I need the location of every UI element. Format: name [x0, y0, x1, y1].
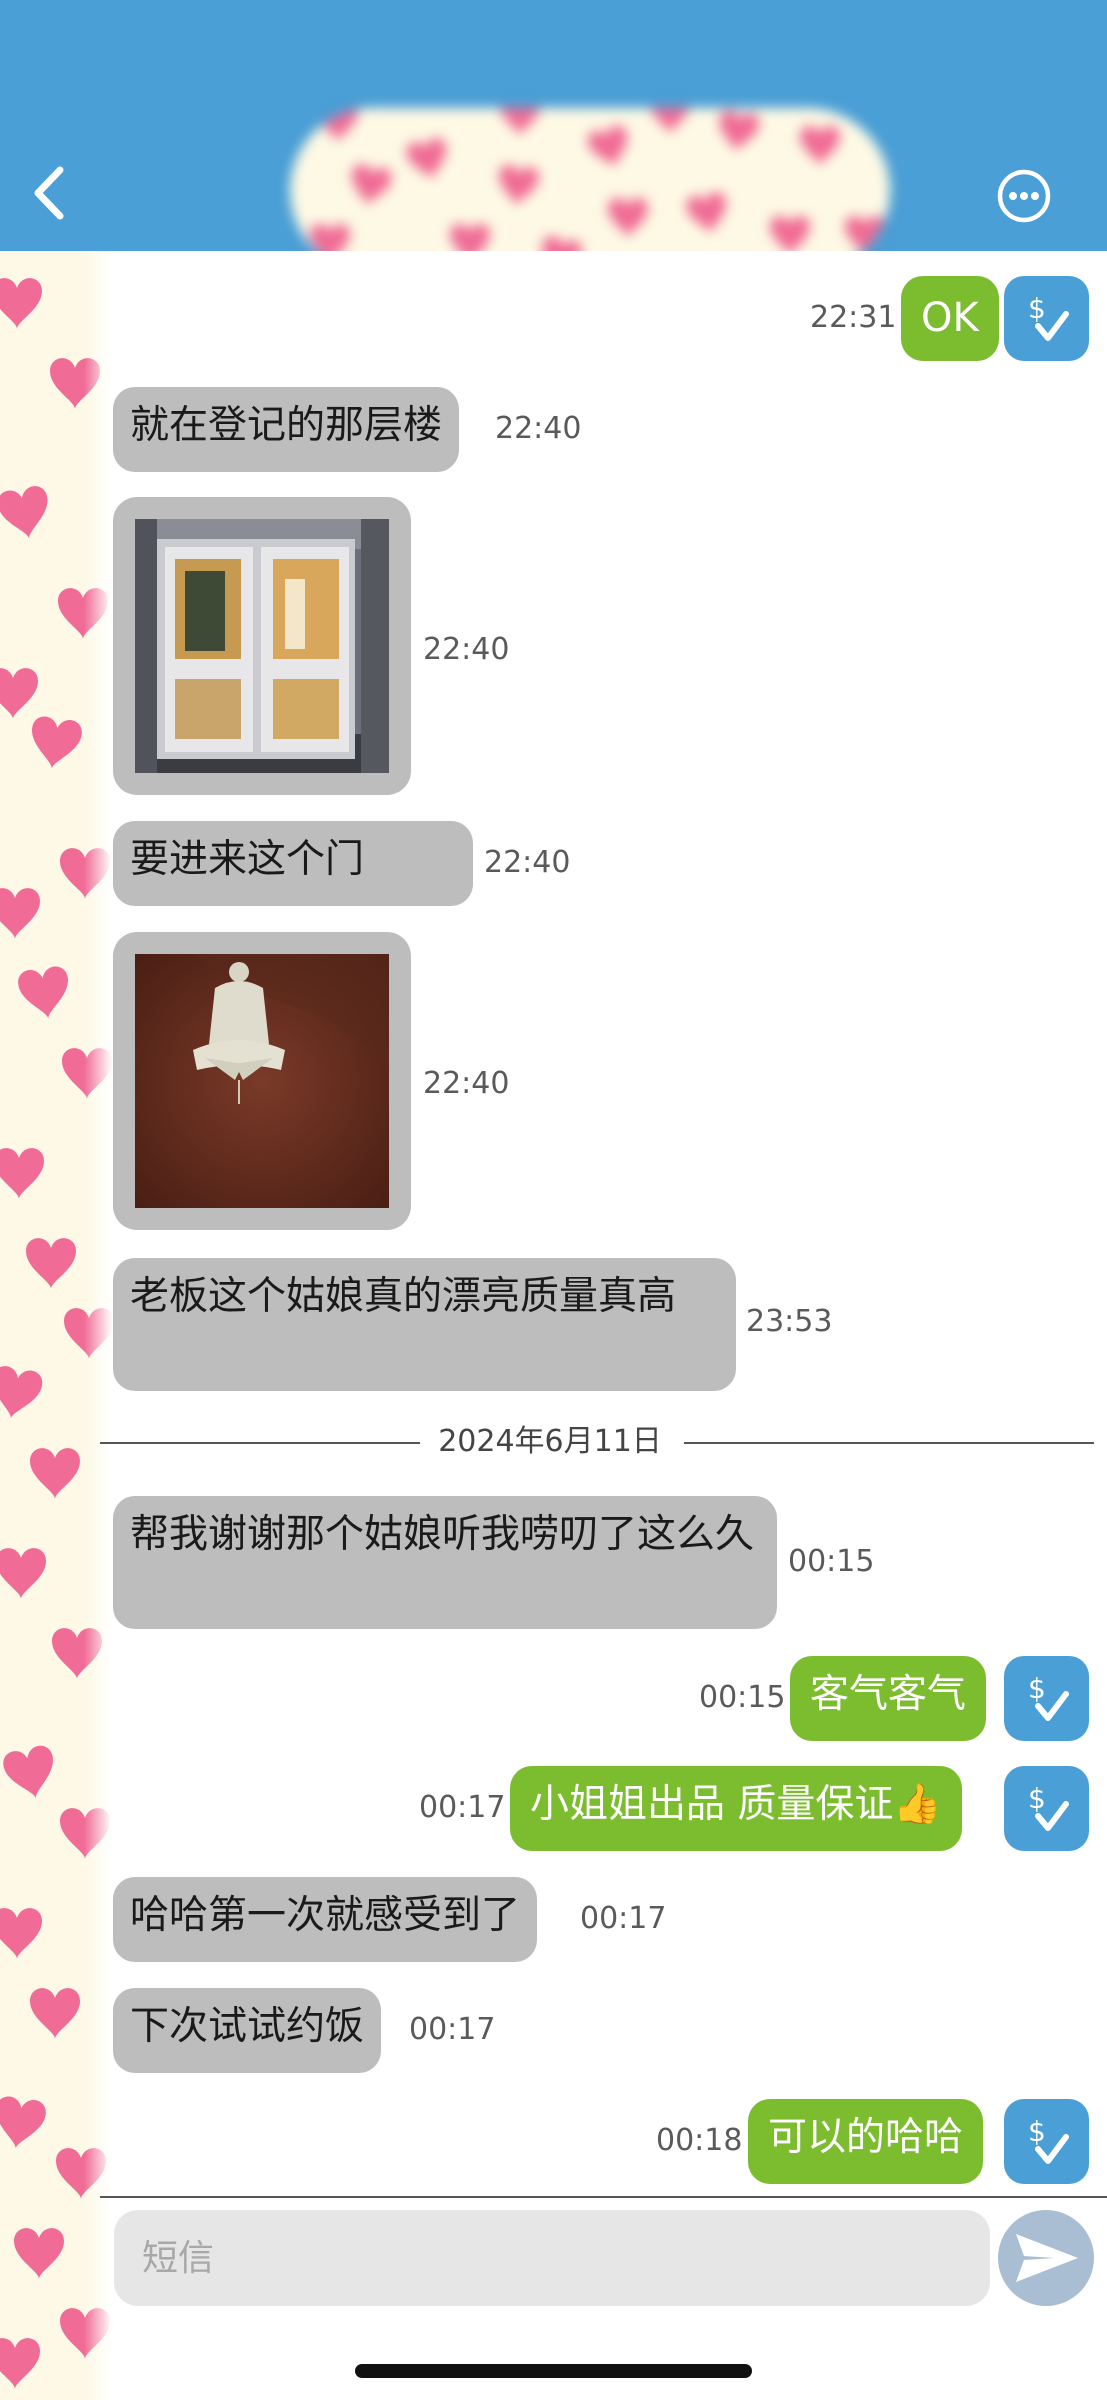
incoming-message[interactable]: 下次试试约饭: [113, 1988, 382, 2073]
sms-status-badge: $: [1004, 1766, 1089, 1851]
composer-divider: [100, 2196, 1107, 2198]
message-timestamp: 22:31: [810, 300, 897, 335]
message-text: 要进来这个门: [130, 837, 365, 882]
send-icon: [1016, 2234, 1078, 2282]
message-text: 就在登记的那层楼: [130, 403, 443, 448]
sms-check-icon: $: [1028, 2115, 1069, 2164]
message-text: 哈哈第一次就感受到了: [130, 1893, 521, 1938]
incoming-image-message[interactable]: [113, 497, 411, 795]
date-separator: 2024年6月11日: [438, 1424, 662, 1459]
sms-status-badge: $: [1004, 1656, 1089, 1741]
sms-check-icon: $: [1028, 1672, 1069, 1721]
incoming-message[interactable]: 要进来这个门: [113, 821, 473, 906]
sms-check-icon: $: [1028, 292, 1069, 341]
message-timestamp: 00:17: [409, 2012, 496, 2047]
outgoing-message[interactable]: 可以的哈哈: [748, 2099, 984, 2184]
outgoing-message[interactable]: OK: [901, 276, 999, 361]
outgoing-message[interactable]: 小姐姐出品 质量保证👍: [510, 1766, 962, 1851]
sms-check-icon: $: [1028, 1782, 1069, 1831]
send-button[interactable]: [998, 2210, 1094, 2306]
message-text: 帮我谢谢那个姑娘听我唠叨了这么久: [130, 1512, 755, 1557]
svg-text:$: $: [1028, 292, 1046, 325]
back-button[interactable]: [28, 162, 74, 224]
photo-figure[interactable]: [135, 954, 389, 1208]
message-text: 老板这个姑娘真的漂亮质量真高: [130, 1274, 677, 1319]
message-input[interactable]: [114, 2210, 990, 2306]
incoming-message[interactable]: 帮我谢谢那个姑娘听我唠叨了这么久: [113, 1496, 777, 1629]
home-indicator[interactable]: [355, 2364, 752, 2378]
message-timestamp: 23:53: [746, 1304, 833, 1339]
sms-status-badge: $: [1004, 276, 1089, 361]
incoming-image-message[interactable]: [113, 932, 411, 1230]
message-timestamp: 00:15: [788, 1544, 875, 1579]
figure-photo-image: [135, 954, 389, 1208]
message-text: 下次试试约饭: [130, 2004, 365, 2049]
message-timestamp: 00:15: [699, 1680, 786, 1715]
incoming-message[interactable]: 就在登记的那层楼: [113, 387, 460, 472]
message-timestamp: 22:40: [484, 845, 571, 880]
chat-wallpaper-strip: [0, 251, 112, 2400]
message-text: OK: [921, 295, 979, 341]
chat-header: [0, 0, 1107, 251]
message-timestamp: 22:40: [423, 632, 510, 667]
more-options-button[interactable]: [996, 168, 1052, 224]
svg-text:$: $: [1028, 2115, 1046, 2148]
message-text: 可以的哈哈: [768, 2115, 964, 2160]
incoming-message[interactable]: 老板这个姑娘真的漂亮质量真高: [113, 1258, 736, 1391]
hearts-pattern: [310, 108, 885, 251]
message-timestamp: 00:18: [656, 2123, 743, 2158]
date-divider-line-left: [100, 1442, 420, 1444]
door-photo-image: [135, 519, 389, 773]
photo-door[interactable]: [135, 519, 389, 773]
message-timestamp: 00:17: [419, 1790, 506, 1825]
more-options-icon: [997, 169, 1051, 223]
header-wallpaper-decoration: [290, 108, 890, 251]
chevron-left-icon: [34, 166, 64, 220]
incoming-message[interactable]: 哈哈第一次就感受到了: [113, 1877, 538, 1962]
message-timestamp: 22:40: [495, 411, 582, 446]
svg-text:$: $: [1028, 1672, 1046, 1705]
date-divider-line-right: [684, 1442, 1094, 1444]
hearts-pattern: [0, 278, 112, 2389]
sms-status-badge: $: [1004, 2099, 1089, 2184]
svg-text:$: $: [1028, 1782, 1046, 1815]
message-timestamp: 00:17: [580, 1901, 667, 1936]
message-text: 小姐姐出品 质量保证👍: [530, 1782, 942, 1827]
message-text: 客气客气: [810, 1672, 967, 1717]
outgoing-message[interactable]: 客气客气: [790, 1656, 987, 1741]
message-timestamp: 22:40: [423, 1066, 510, 1101]
